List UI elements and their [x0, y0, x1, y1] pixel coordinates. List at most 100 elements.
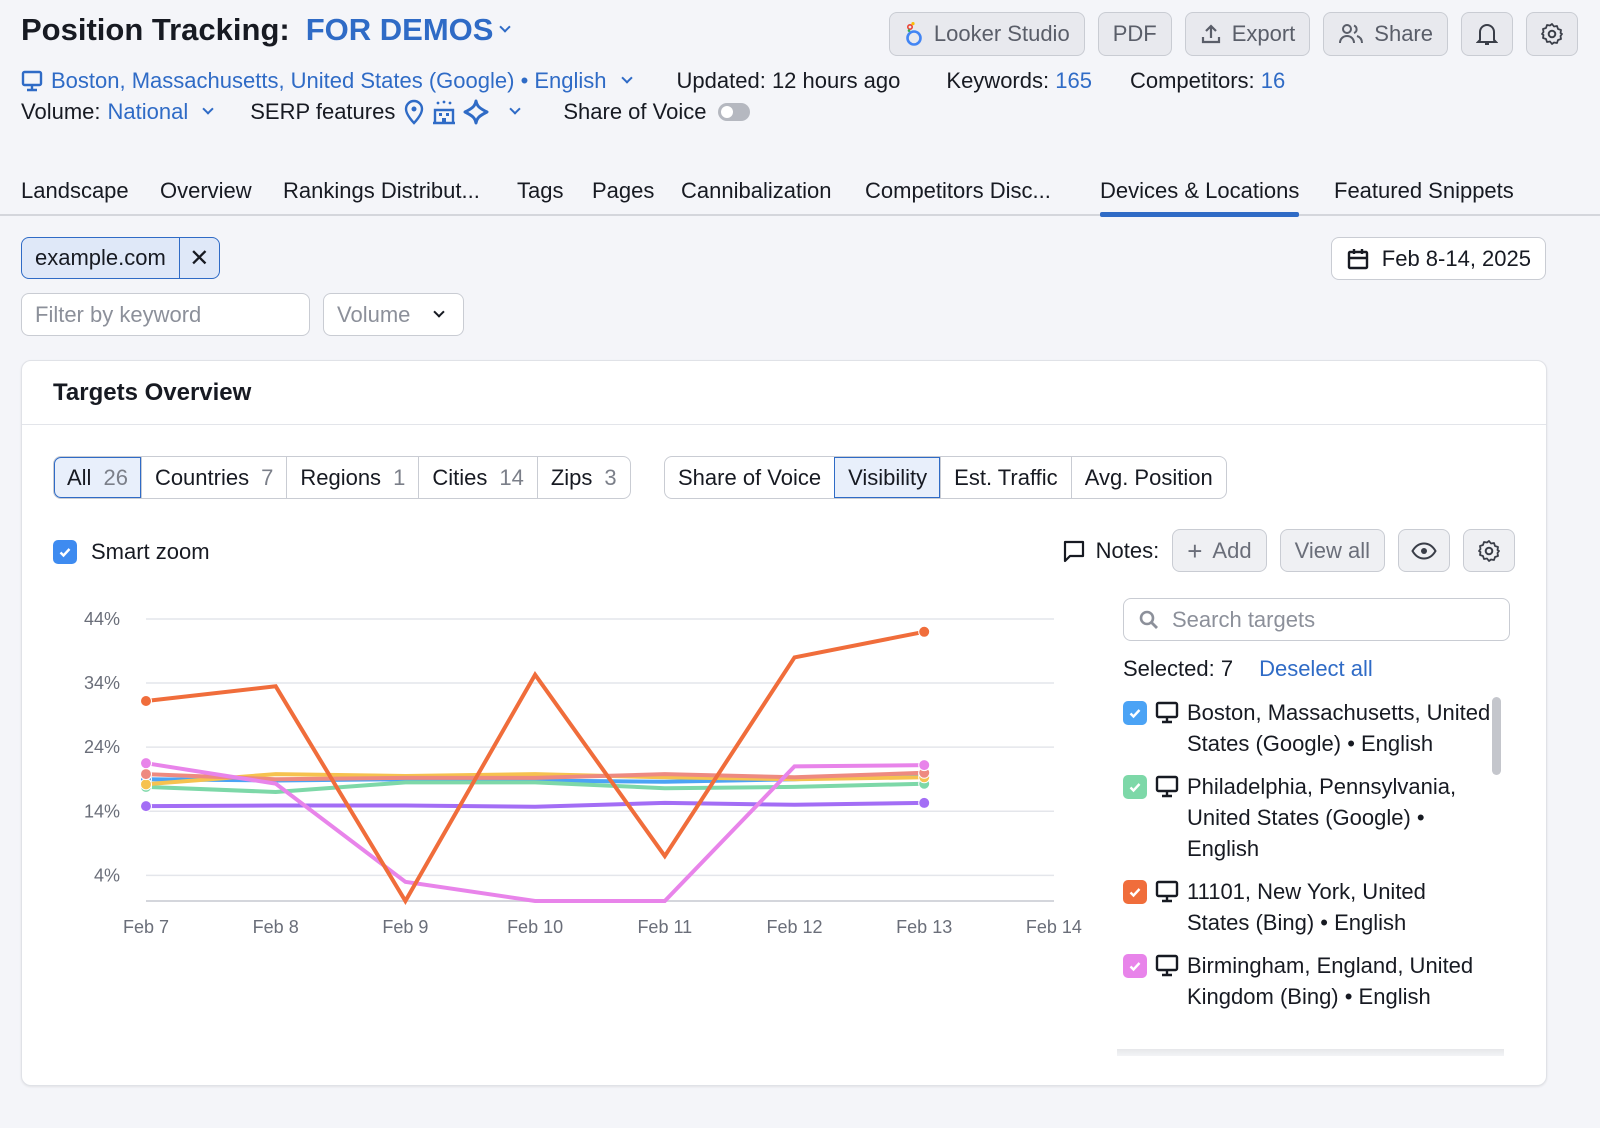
target-type-count: 1	[393, 464, 406, 490]
gear-icon	[1478, 539, 1500, 562]
target-type-label: Zips	[550, 464, 593, 490]
add-note-button[interactable]: + Add	[1172, 529, 1267, 572]
page-title-text: Position Tracking:	[21, 12, 290, 47]
checkbox-checked-icon[interactable]	[1123, 954, 1147, 978]
share-of-voice-toggle[interactable]	[718, 103, 751, 121]
tab-featured-snippets[interactable]: Featured Snippets	[1334, 178, 1514, 204]
target-type-label: Cities	[432, 464, 488, 490]
sparkle-icon	[463, 99, 489, 125]
desktop-icon	[1155, 880, 1179, 903]
volume-filter-select[interactable]: Volume	[323, 293, 464, 336]
series-line[interactable]	[145, 780, 925, 795]
visibility-line-chart[interactable]: 44% 34% 24% 14% 4% Feb 7 Feb 8 Feb 9 Feb 10 Feb …	[22, 591, 1102, 951]
gear-icon	[1541, 23, 1563, 45]
share-button[interactable]: Share	[1323, 12, 1448, 56]
pdf-button[interactable]: PDF	[1097, 12, 1172, 56]
checkbox-checked-icon[interactable]	[1123, 775, 1147, 799]
series-endpoint[interactable]	[140, 757, 152, 770]
keywords-value[interactable]: 165	[1055, 68, 1092, 93]
date-range-picker[interactable]: Feb 8-14, 2025	[1330, 237, 1546, 280]
series-line[interactable]	[145, 800, 925, 809]
metric-est-traffic[interactable]: Est. Traffic	[940, 457, 1071, 498]
project-meta: Boston, Massachusetts, United States (Go…	[21, 68, 1285, 94]
tab-pages[interactable]: Pages	[592, 178, 654, 204]
targets-overview-panel: Targets Overview All 26 Countries 7 Region…	[21, 360, 1547, 1086]
target-list: Boston, Massachusetts, United States (Go…	[1123, 697, 1493, 1024]
x-tick-label: Feb 7	[123, 917, 169, 937]
notes-toolbar: Notes: + Add View all	[1062, 529, 1515, 572]
competitors-value[interactable]: 16	[1261, 68, 1285, 93]
project-selector[interactable]: FOR DEMOS	[306, 12, 512, 48]
target-type-zips[interactable]: Zips 3	[536, 457, 630, 498]
search-targets-input[interactable]	[1172, 606, 1509, 633]
series-endpoint[interactable]	[140, 800, 152, 813]
serp-features-selector[interactable]	[403, 99, 522, 125]
y-tick-label: 24%	[84, 737, 120, 757]
target-list-item[interactable]: 11101, New York, United States (Bing) • …	[1123, 876, 1493, 938]
toggle-notes-visibility-button[interactable]	[1398, 529, 1450, 572]
desktop-icon	[1155, 701, 1179, 724]
target-type-cities[interactable]: Cities 14	[418, 457, 537, 498]
users-icon	[1339, 24, 1364, 44]
updated-text: Updated: 12 hours ago	[676, 68, 901, 93]
y-tick-label: 4%	[94, 865, 120, 885]
checkbox-checked-icon[interactable]	[1123, 701, 1147, 725]
project-settings-row: Volume: National SERP features Share of …	[21, 99, 751, 125]
desktop-icon	[21, 70, 43, 92]
notifications-button[interactable]	[1461, 12, 1513, 56]
view-all-notes-button[interactable]: View all	[1279, 529, 1385, 572]
chevron-down-icon	[509, 103, 522, 115]
chevron-down-icon	[620, 72, 633, 84]
keyword-filter-input[interactable]	[22, 294, 309, 335]
volume-selector[interactable]: National	[108, 99, 214, 125]
tab-rankings-distribution[interactable]: Rankings Distribut...	[283, 178, 480, 204]
target-name: Philadelphia, Pennsylvania, United State…	[1187, 774, 1457, 861]
comment-icon	[1063, 540, 1084, 562]
series-endpoint[interactable]	[140, 695, 152, 708]
target-type-regions[interactable]: Regions 1	[286, 457, 418, 498]
export-button[interactable]: Export	[1184, 12, 1311, 56]
target-list-item[interactable]: Philadelphia, Pennsylvania, United State…	[1123, 771, 1493, 864]
search-icon	[1139, 610, 1158, 629]
looker-studio-button[interactable]: Looker Studio	[888, 12, 1085, 56]
hotel-icon	[433, 100, 456, 125]
series-endpoint[interactable]	[918, 759, 931, 772]
deselect-all-link[interactable]: Deselect all	[1259, 656, 1373, 682]
tab-devices-locations[interactable]: Devices & Locations	[1100, 178, 1300, 217]
y-tick-label: 44%	[84, 609, 120, 629]
metric-visibility[interactable]: Visibility	[834, 457, 941, 498]
smart-zoom-checkbox[interactable]: Smart zoom	[53, 539, 210, 565]
chart-settings-button[interactable]	[1463, 529, 1515, 572]
metric-avg-position[interactable]: Avg. Position	[1070, 457, 1226, 498]
target-list-item[interactable]: Birmingham, England, United Kingdom (Bin…	[1123, 950, 1493, 1012]
target-name: Boston, Massachusetts, United States (Go…	[1187, 700, 1491, 756]
domain-chip-label[interactable]: example.com	[22, 238, 180, 278]
export-label: Export	[1231, 21, 1296, 46]
target-type-count: 26	[103, 464, 128, 490]
series-endpoint[interactable]	[918, 796, 931, 809]
checkbox-checked-icon[interactable]	[1123, 880, 1147, 904]
divider	[22, 424, 1546, 425]
target-list-scrollbar[interactable]	[1492, 697, 1501, 775]
target-name: Birmingham, England, United Kingdom (Bin…	[1187, 953, 1474, 1009]
target-type-all[interactable]: All 26	[54, 457, 141, 498]
series-endpoint[interactable]	[140, 768, 152, 781]
location-selector[interactable]: Boston, Massachusetts, United States (Go…	[21, 68, 633, 94]
target-type-count: 3	[604, 464, 617, 490]
target-list-item[interactable]: Boston, Massachusetts, United States (Go…	[1123, 697, 1493, 759]
upload-icon	[1201, 24, 1220, 44]
y-tick-label: 34%	[84, 673, 120, 693]
metric-share-of-voice[interactable]: Share of Voice	[665, 457, 834, 498]
settings-button[interactable]	[1526, 12, 1578, 56]
tab-tags[interactable]: Tags	[517, 178, 563, 204]
series-endpoint[interactable]	[918, 625, 931, 638]
close-icon[interactable]: ✕	[180, 238, 219, 278]
series-endpoint[interactable]	[140, 778, 152, 791]
selected-count: Selected: 7	[1123, 656, 1234, 681]
target-type-countries[interactable]: Countries 7	[140, 457, 286, 498]
target-list-bottom-edge	[1117, 1049, 1504, 1056]
tab-landscape[interactable]: Landscape	[21, 178, 129, 204]
tab-overview[interactable]: Overview	[160, 178, 252, 204]
tab-cannibalization[interactable]: Cannibalization	[681, 178, 831, 204]
tab-competitors-discovery[interactable]: Competitors Disc...	[865, 178, 1051, 204]
